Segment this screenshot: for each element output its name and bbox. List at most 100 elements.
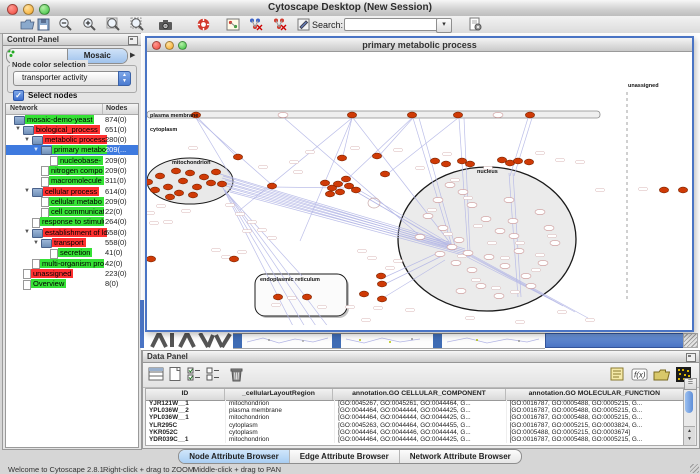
column-header[interactable]: _cellularLayoutRegion	[225, 389, 334, 400]
self-loop-edge[interactable]	[368, 198, 380, 208]
network-node[interactable]	[514, 248, 524, 253]
node-color-dropdown[interactable]: transporter activity ▲▼	[13, 71, 131, 86]
network-canvas[interactable]: plasma membranecytoplasmmitochondrionnuc…	[147, 51, 688, 325]
network-node[interactable]	[229, 256, 238, 262]
disclosure-triangle-icon[interactable]: ▼	[33, 147, 39, 154]
network-node[interactable]	[347, 112, 356, 118]
table-options-icon[interactable]: ☰	[684, 378, 697, 390]
network-node[interactable]	[497, 157, 506, 163]
background-window-strip[interactable]	[233, 333, 332, 349]
network-node[interactable]	[415, 234, 425, 239]
tree-node-label[interactable]: cellular metabo	[49, 197, 104, 206]
float-panel-icon[interactable]	[686, 353, 696, 362]
tree-row[interactable]: multi-organism pro42(0)	[6, 258, 138, 268]
float-panel-icon[interactable]	[128, 36, 138, 45]
tree-node-label[interactable]: secretion	[58, 248, 92, 257]
network-node[interactable]	[163, 184, 172, 190]
tab-node-attribute-browser[interactable]: Node Attribute Browser	[179, 450, 289, 463]
table-row[interactable]: YJR121W__1mitochondrion[GO:0045267, GO:0…	[146, 400, 684, 407]
network-node[interactable]	[509, 233, 519, 238]
network-node[interactable]	[192, 184, 201, 190]
tree-node-label[interactable]: Overview	[31, 279, 66, 288]
network-node[interactable]	[513, 158, 522, 164]
network-overview-icon[interactable]	[226, 17, 241, 32]
tree-node-label[interactable]: mosaic-demo-yeast	[25, 115, 94, 124]
network-node[interactable]	[333, 181, 342, 187]
network-node[interactable]	[508, 218, 518, 223]
tree-row[interactable]: ▼biological_process651(0)	[6, 124, 138, 134]
disclosure-triangle-icon[interactable]: ▼	[24, 188, 30, 195]
configure-search-icon[interactable]	[468, 17, 483, 32]
tree-row[interactable]: ▼transport558(0)	[6, 238, 138, 248]
network-node[interactable]	[155, 173, 164, 179]
tree-row[interactable]: unassigned223(0)	[6, 268, 138, 278]
column-header[interactable]: annotation.GO CELLULAR_COMPONENT	[333, 389, 505, 400]
disclosure-triangle-icon[interactable]: ▼	[15, 126, 21, 133]
network-node[interactable]	[302, 294, 311, 300]
tree-row[interactable]: cell communicat22(0)	[6, 207, 138, 217]
network-node[interactable]	[467, 202, 477, 207]
network-edge[interactable]	[196, 116, 238, 158]
function-builder-icon[interactable]: f(x)	[631, 366, 648, 383]
network-node[interactable]	[526, 283, 536, 288]
select-all-attributes-icon[interactable]	[186, 366, 203, 383]
delete-attribute-icon[interactable]	[228, 366, 245, 383]
network-edge[interactable]	[514, 118, 532, 176]
search-input[interactable]	[344, 18, 438, 31]
tree-row[interactable]: mosaic-demo-yeast874(0)	[6, 114, 138, 124]
zoom-out-icon[interactable]	[58, 17, 73, 32]
zoom-fit-icon[interactable]	[106, 17, 121, 32]
network-node[interactable]	[174, 190, 183, 196]
column-header[interactable]: annotation.GO MOLECULAR_FUNCTION	[506, 389, 684, 400]
network-node[interactable]	[267, 183, 276, 189]
window-resize-grip[interactable]	[690, 464, 699, 473]
help-icon[interactable]	[196, 17, 211, 32]
network-node[interactable]	[447, 244, 457, 249]
scrollbar-arrows[interactable]: ▲▼	[684, 426, 695, 445]
tree-row[interactable]: cellular metabo209(0)	[6, 196, 138, 206]
create-attribute-icon[interactable]	[167, 366, 184, 383]
tree-row[interactable]: Overview8(0)	[6, 279, 138, 289]
tree-row[interactable]: secretion41(0)	[6, 248, 138, 258]
network-node[interactable]	[457, 158, 466, 164]
tree-row[interactable]: ▼primary metabo209(...	[6, 145, 138, 155]
tree-row[interactable]: macromolecule311(0)	[6, 176, 138, 186]
table-row[interactable]: YDR039C__1mitochondrion[GO:0044464, GO:0…	[146, 436, 684, 443]
network-node[interactable]	[481, 216, 491, 221]
network-view-frame[interactable]: primary metabolic process plasma membran…	[145, 36, 694, 332]
network-node[interactable]	[500, 263, 510, 268]
network-node[interactable]	[351, 187, 360, 193]
tab-network-attribute-browser[interactable]: Network Attribute Browser	[399, 450, 521, 463]
network-node[interactable]	[535, 209, 545, 214]
network-node[interactable]	[456, 288, 466, 293]
tree-node-label[interactable]: multi-organism pro	[40, 259, 104, 268]
table-row[interactable]: YPL036W__2plasma membrane[GO:0044464, GO…	[146, 407, 684, 414]
destroy-view-icon[interactable]	[248, 17, 263, 32]
unselect-all-attributes-icon[interactable]	[205, 366, 222, 383]
network-node[interactable]	[678, 187, 687, 193]
snapshot-icon[interactable]	[158, 17, 173, 32]
network-node[interactable]	[465, 161, 474, 167]
tab-edge-attribute-browser[interactable]: Edge Attribute Browser	[289, 450, 399, 463]
network-node[interactable]	[380, 171, 389, 177]
network-node[interactable]	[377, 281, 386, 287]
background-window-strip[interactable]	[332, 333, 433, 349]
network-node[interactable]	[217, 181, 226, 187]
disclosure-triangle-icon[interactable]: ▼	[24, 137, 30, 144]
network-node[interactable]	[185, 170, 194, 176]
frame-resize-grip[interactable]	[683, 333, 698, 348]
network-node[interactable]	[451, 260, 461, 265]
tree-node-label[interactable]: nucleobase-	[58, 156, 103, 165]
network-node[interactable]	[544, 225, 554, 230]
network-edge[interactable]	[510, 118, 528, 176]
network-edge[interactable]	[240, 118, 352, 210]
network-node[interactable]	[453, 112, 462, 118]
tree-node-label[interactable]: response to stimulu	[40, 217, 104, 226]
network-node[interactable]	[538, 260, 548, 265]
network-node[interactable]	[467, 267, 477, 272]
zoom-in-icon[interactable]	[82, 17, 97, 32]
tree-node-label[interactable]: primary metabo	[52, 145, 107, 154]
network-node[interactable]	[341, 176, 350, 182]
network-node[interactable]	[376, 273, 385, 279]
network-node[interactable]	[206, 180, 215, 186]
